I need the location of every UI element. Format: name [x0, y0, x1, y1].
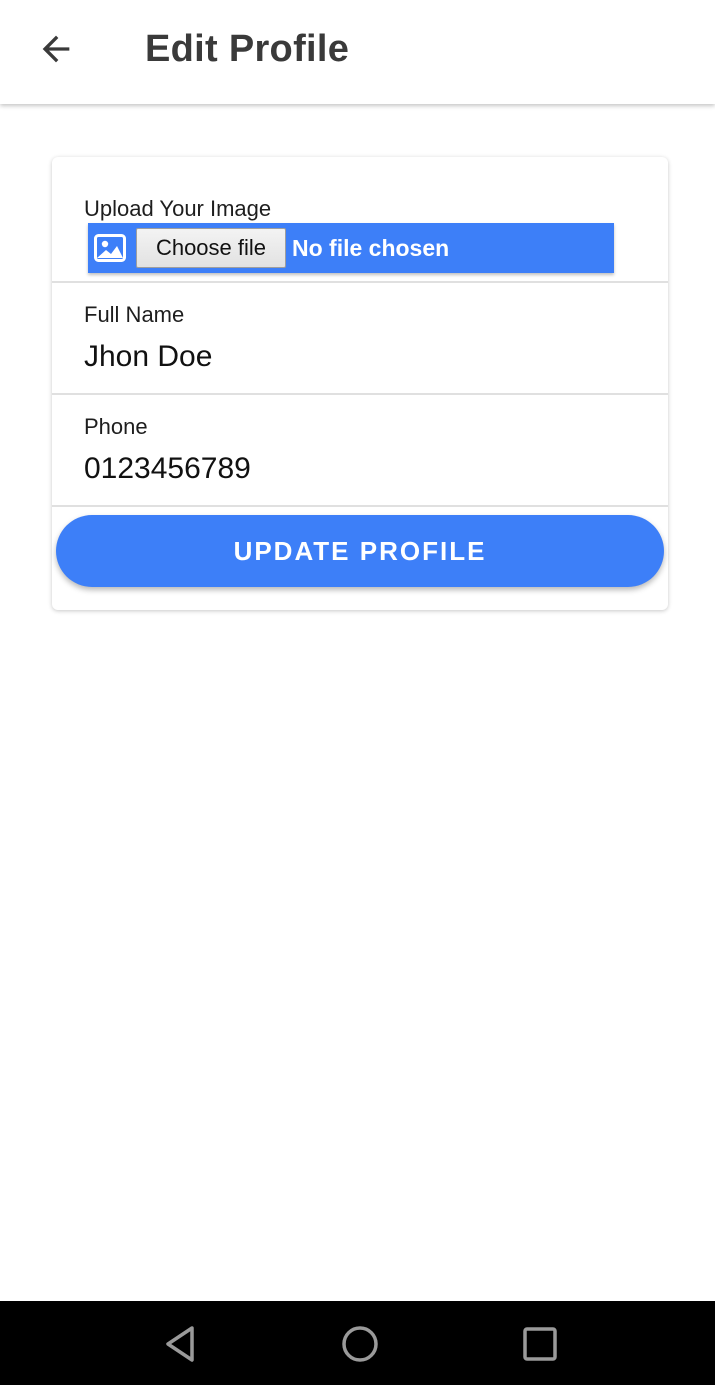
image-file-input[interactable]: Choose file No file chosen [88, 223, 614, 273]
divider [52, 505, 668, 507]
profile-form-card: Upload Your Image Choose file No file ch… [52, 157, 668, 610]
full-name-field: Full Name [84, 301, 644, 375]
image-icon [88, 223, 132, 273]
system-home-button[interactable] [335, 1319, 385, 1369]
upload-image-label: Upload Your Image [84, 196, 272, 221]
system-recents-button[interactable] [515, 1319, 565, 1369]
choose-file-button[interactable]: Choose file [136, 228, 286, 268]
divider [52, 281, 668, 283]
page-title: Edit Profile [145, 28, 350, 70]
full-name-label: Full Name [84, 302, 185, 327]
circle-home-icon [342, 1326, 378, 1362]
phone-field: Phone [84, 413, 644, 487]
phone-label: Phone [84, 414, 148, 439]
update-profile-button[interactable]: UPDATE PROFILE [56, 515, 664, 587]
arrow-left-icon [42, 35, 70, 63]
full-name-input[interactable] [84, 339, 644, 375]
system-back-button[interactable] [155, 1319, 205, 1369]
app-root: Edit Profile Upload Your Image Choose fi… [0, 0, 715, 1385]
app-bar: Edit Profile [0, 0, 715, 104]
system-nav-bar [0, 1301, 715, 1385]
phone-input[interactable] [84, 451, 644, 487]
file-status-text: No file chosen [292, 234, 450, 261]
divider [52, 393, 668, 395]
back-button[interactable] [30, 26, 82, 72]
triangle-back-icon [166, 1326, 194, 1362]
square-recents-icon [523, 1327, 557, 1361]
